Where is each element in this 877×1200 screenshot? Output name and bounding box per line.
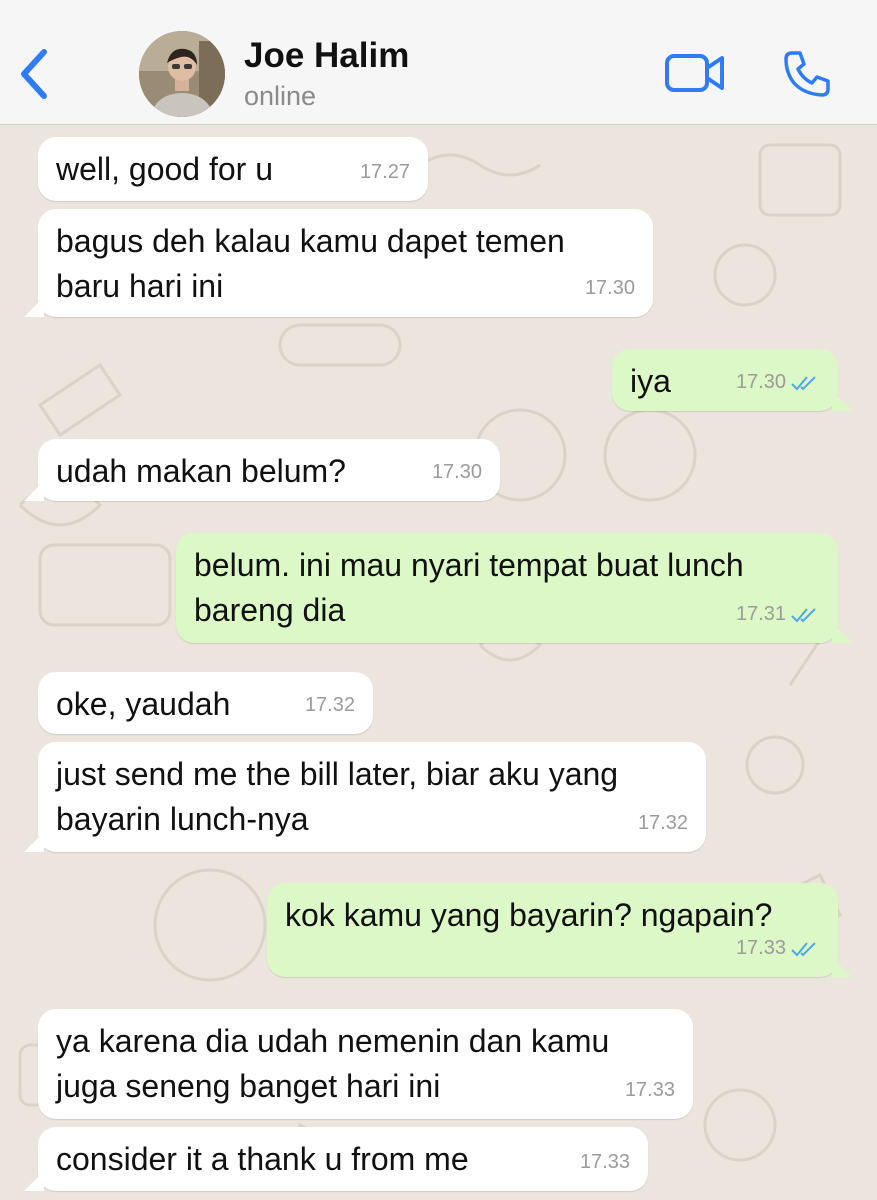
back-button[interactable] bbox=[14, 46, 54, 102]
voice-call-button[interactable] bbox=[782, 49, 832, 99]
message-text: consider it a thank u from me bbox=[56, 1141, 469, 1177]
message-incoming[interactable]: well, good for u 17.27 bbox=[38, 137, 428, 201]
message-time: 17.32 bbox=[637, 812, 688, 834]
video-call-button[interactable] bbox=[664, 53, 726, 93]
message-time: 17.30 bbox=[736, 360, 820, 405]
message-incoming[interactable]: bagus deh kalau kamu dapet temen baru ha… bbox=[24, 209, 653, 317]
phone-icon bbox=[784, 51, 830, 97]
message-time: 17.31 bbox=[736, 592, 820, 637]
message-outgoing[interactable]: belum. ini mau nyari tempat buat lunch b… bbox=[176, 533, 852, 643]
double-check-icon bbox=[791, 607, 816, 622]
chevron-left-icon bbox=[21, 49, 47, 99]
message-text: well, good for u bbox=[56, 151, 274, 187]
message-incoming[interactable]: oke, yaudah 17.32 bbox=[38, 672, 373, 734]
message-outgoing[interactable]: iya 17.30 bbox=[612, 349, 852, 411]
message-incoming[interactable]: ya karena dia udah nemenin dan kamu juga… bbox=[38, 1009, 693, 1119]
avatar[interactable] bbox=[139, 31, 225, 117]
message-outgoing[interactable]: kok kamu yang bayarin? ngapain? 17.33 bbox=[267, 883, 852, 977]
message-incoming[interactable]: consider it a thank u from me 17.33 bbox=[24, 1127, 648, 1191]
video-camera-icon bbox=[665, 54, 724, 92]
contact-status: online bbox=[244, 81, 317, 111]
message-time: 17.33 bbox=[624, 1079, 675, 1101]
message-list[interactable]: well, good for u 17.27 bagus deh kalau k… bbox=[0, 125, 877, 1200]
message-time: 17.32 bbox=[304, 694, 355, 716]
message-text: belum. ini mau nyari tempat buat lunch b… bbox=[194, 547, 744, 628]
message-time: 17.33 bbox=[736, 926, 820, 971]
message-time: 17.33 bbox=[579, 1151, 630, 1173]
message-time: 17.27 bbox=[359, 161, 410, 183]
message-text: bagus deh kalau kamu dapet temen baru ha… bbox=[56, 223, 565, 304]
message-text: udah makan belum? bbox=[56, 453, 346, 489]
message-time: 17.30 bbox=[431, 461, 482, 483]
contact-name[interactable]: Joe Halim bbox=[244, 36, 409, 76]
message-incoming[interactable]: udah makan belum? 17.30 bbox=[24, 439, 500, 501]
message-text: just send me the bill later, biar aku ya… bbox=[56, 756, 619, 837]
double-check-icon bbox=[791, 941, 816, 956]
message-incoming[interactable]: just send me the bill later, biar aku ya… bbox=[24, 742, 706, 852]
chat-header: Joe Halim online bbox=[0, 0, 877, 125]
double-check-icon bbox=[791, 375, 816, 390]
avatar-photo bbox=[139, 31, 225, 117]
message-text: ya karena dia udah nemenin dan kamu juga… bbox=[56, 1023, 610, 1104]
message-time: 17.30 bbox=[584, 277, 635, 299]
